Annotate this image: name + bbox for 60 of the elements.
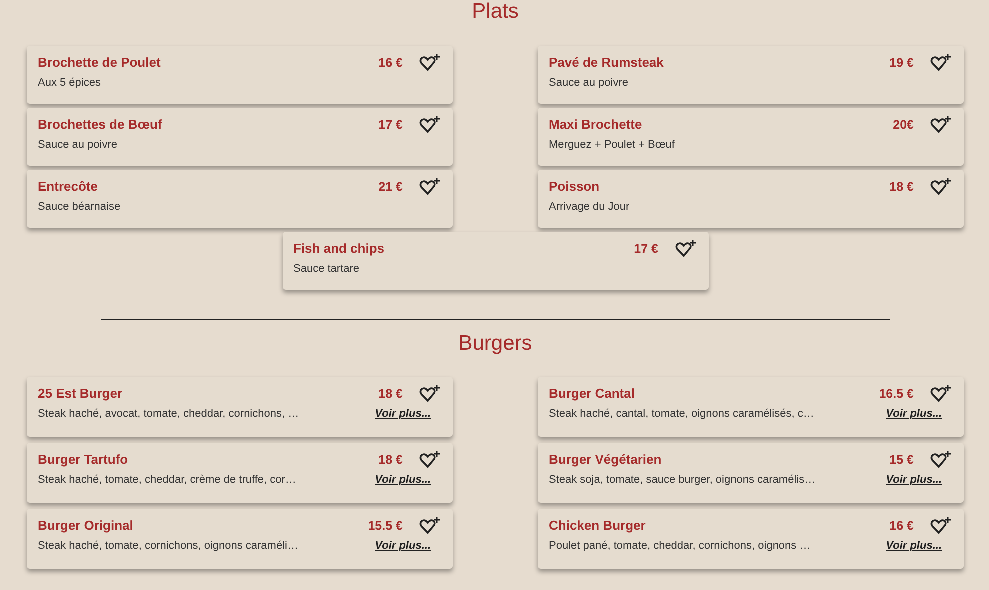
dish-name: Poisson bbox=[549, 178, 601, 196]
heart-plus-icon[interactable] bbox=[930, 115, 952, 135]
dish-name: Entrecôte bbox=[38, 178, 99, 196]
dish-description: Sauce au poivre bbox=[38, 138, 118, 153]
dish-name: Burger Original bbox=[38, 517, 134, 536]
heart-plus-icon[interactable] bbox=[930, 450, 952, 470]
heart-plus-icon[interactable] bbox=[419, 115, 441, 135]
see-more-link[interactable]: Voir plus... bbox=[886, 472, 942, 488]
dish-description: Poulet pané, tomate, cheddar, cornichons, oignons … bbox=[549, 539, 812, 554]
dish-price: 16 € bbox=[378, 54, 403, 72]
dish-description: Steak haché, avocat, tomate, cheddar, cornichons, … bbox=[38, 407, 300, 422]
dish-name: Burger Tartufo bbox=[38, 451, 130, 470]
dish-price: 17 € bbox=[378, 116, 403, 134]
dish-description: Steak soja, tomate, sauce burger, oignons caramélis… bbox=[549, 473, 817, 488]
heart-plus-icon[interactable] bbox=[419, 53, 441, 73]
heart-plus-icon[interactable] bbox=[930, 516, 952, 536]
dish-description: Steak haché, cantal, tomate, oignons caramélisés, c… bbox=[549, 407, 816, 422]
heart-plus-icon[interactable] bbox=[419, 516, 441, 536]
see-more-link[interactable]: Voir plus... bbox=[375, 472, 431, 488]
dish-name: Burger Cantal bbox=[549, 385, 636, 404]
dish-name: Pavé de Rumsteak bbox=[549, 54, 665, 72]
dish-name: Brochettes de Bœuf bbox=[38, 116, 164, 134]
dish-name: Burger Végétarien bbox=[549, 451, 663, 470]
dish-price: 20€ bbox=[893, 116, 914, 134]
dish-price: 19 € bbox=[890, 54, 914, 72]
dish-price: 16.5 € bbox=[879, 386, 914, 403]
dish-description: Steak haché, tomate, cornichons, oignons caraméli… bbox=[38, 539, 300, 554]
dish-description: Sauce béarnaise bbox=[38, 200, 122, 215]
dish-description: Aux 5 épices bbox=[38, 76, 102, 91]
dish-name: 25 Est Burger bbox=[38, 385, 124, 404]
dish-description: Arrivage du Jour bbox=[549, 200, 631, 215]
section-title: Burgers bbox=[458, 332, 534, 356]
heart-plus-icon[interactable] bbox=[419, 450, 441, 470]
heart-plus-icon[interactable] bbox=[419, 384, 441, 404]
dish-price: 15 € bbox=[890, 452, 914, 469]
dish-name: Chicken Burger bbox=[549, 517, 647, 536]
dish-price: 17 € bbox=[634, 240, 658, 258]
section-title: Plats bbox=[471, 0, 520, 24]
dish-price: 21 € bbox=[378, 178, 403, 196]
dish-description: Sauce au poivre bbox=[549, 76, 630, 91]
dish-description: Sauce tartare bbox=[294, 262, 361, 277]
dish-description: Steak haché, tomate, cheddar, crème de truffe, cor… bbox=[38, 473, 298, 488]
dish-name: Fish and chips bbox=[294, 240, 386, 258]
see-more-link[interactable]: Voir plus... bbox=[886, 538, 942, 554]
dish-price: 15.5 € bbox=[368, 518, 403, 535]
heart-plus-icon[interactable] bbox=[930, 177, 952, 197]
see-more-link[interactable]: Voir plus... bbox=[375, 406, 431, 422]
heart-plus-icon[interactable] bbox=[674, 239, 696, 259]
heart-plus-icon[interactable] bbox=[930, 53, 952, 73]
dish-price: 18 € bbox=[378, 386, 403, 403]
heart-plus-icon[interactable] bbox=[930, 384, 952, 404]
dish-price: 16 € bbox=[890, 518, 914, 535]
see-more-link[interactable]: Voir plus... bbox=[375, 538, 431, 554]
dish-name: Maxi Brochette bbox=[549, 116, 644, 134]
heart-plus-icon[interactable] bbox=[419, 177, 441, 197]
dish-name: Brochette de Poulet bbox=[38, 54, 162, 72]
dish-price: 18 € bbox=[890, 178, 914, 196]
dish-description: Merguez + Poulet + Bœuf bbox=[549, 138, 676, 153]
dish-price: 18 € bbox=[378, 452, 403, 469]
see-more-link[interactable]: Voir plus... bbox=[886, 406, 942, 422]
